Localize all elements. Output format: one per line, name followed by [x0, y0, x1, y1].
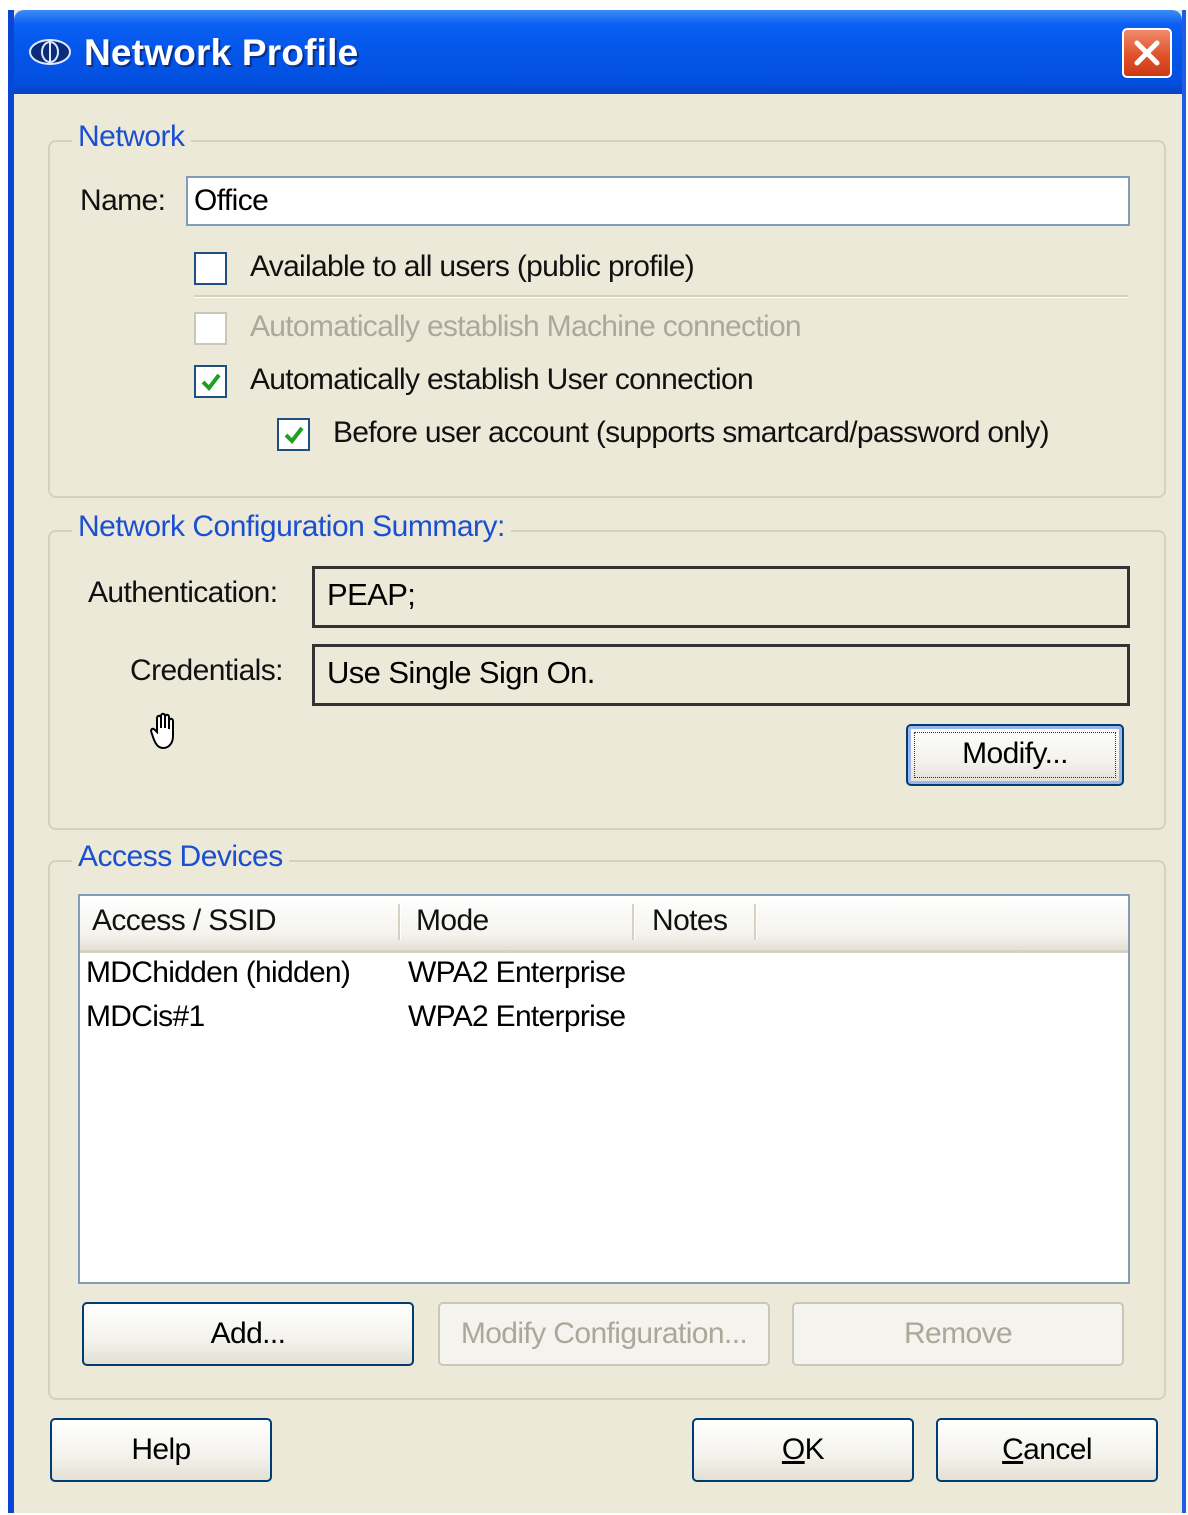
- network-profile-dialog: Network Profile Network Name: Available …: [8, 10, 1186, 1513]
- checkmark-icon: [284, 426, 304, 445]
- authentication-value: PEAP;: [312, 566, 1130, 628]
- close-button[interactable]: [1122, 28, 1172, 78]
- add-button[interactable]: Add...: [82, 1302, 414, 1366]
- ok-button-label: K: [804, 1433, 825, 1466]
- cancel-mnemonic: C: [1002, 1433, 1024, 1466]
- close-icon: [1134, 40, 1160, 66]
- add-button-label: Add...: [210, 1317, 286, 1350]
- hand-cursor-icon: [150, 712, 174, 750]
- ok-button[interactable]: OK: [692, 1418, 914, 1482]
- public-profile-checkbox[interactable]: [194, 252, 227, 285]
- column-divider[interactable]: [398, 904, 401, 940]
- credentials-value: Use Single Sign On.: [312, 644, 1130, 706]
- checkmark-icon: [201, 373, 221, 392]
- cancel-button[interactable]: Cancel: [936, 1418, 1158, 1482]
- user-connection-checkbox[interactable]: [194, 365, 227, 398]
- list-row[interactable]: MDChidden (hidden) WPA2 Enterprise: [80, 952, 1128, 996]
- column-header-notes[interactable]: Notes: [652, 904, 728, 938]
- list-row[interactable]: MDCis#1 WPA2 Enterprise: [80, 996, 1128, 1040]
- column-header-mode[interactable]: Mode: [416, 904, 489, 938]
- checkbox-separator: [194, 295, 1128, 298]
- machine-connection-label: Automatically establish Machine connecti…: [250, 310, 802, 343]
- public-profile-label[interactable]: Available to all users (public profile): [250, 250, 695, 284]
- credentials-label: Credentials:: [130, 654, 283, 687]
- mode-cell: WPA2 Enterprise: [408, 1000, 626, 1033]
- name-input[interactable]: [186, 176, 1130, 226]
- modify-button[interactable]: Modify...: [906, 724, 1124, 786]
- focus-ring: [914, 732, 1116, 778]
- title-bar[interactable]: Network Profile: [14, 10, 1182, 94]
- machine-connection-checkbox: [194, 312, 227, 345]
- column-divider[interactable]: [754, 904, 757, 940]
- remove-button-label: Remove: [903, 1317, 1013, 1350]
- window-title: Network Profile: [84, 32, 359, 73]
- ssid-cell: MDChidden (hidden): [86, 956, 351, 989]
- cancel-button-label: ancel: [1023, 1433, 1092, 1466]
- access-devices-list[interactable]: Access / SSID Mode Notes MDChidden (hidd…: [78, 894, 1130, 1284]
- column-header-ssid[interactable]: Access / SSID: [92, 904, 277, 938]
- modify-configuration-button: Modify Configuration...: [438, 1302, 770, 1366]
- name-label: Name:: [80, 184, 166, 217]
- access-devices-legend: Access Devices: [72, 840, 289, 874]
- modify-configuration-label: Modify Configuration...: [460, 1317, 748, 1350]
- list-header: Access / SSID Mode Notes: [80, 896, 1128, 953]
- remove-button: Remove: [792, 1302, 1124, 1366]
- before-user-account-checkbox[interactable]: [277, 418, 310, 451]
- before-user-account-label[interactable]: Before user account (supports smartcard/…: [333, 416, 1050, 450]
- ssid-cell: MDCis#1: [86, 1000, 205, 1033]
- network-profile-icon: [29, 39, 71, 65]
- authentication-label: Authentication:: [88, 576, 278, 609]
- mode-cell: WPA2 Enterprise: [408, 956, 626, 989]
- config-summary-legend: Network Configuration Summary:: [72, 510, 511, 544]
- user-connection-label[interactable]: Automatically establish User connection: [250, 363, 754, 397]
- help-button[interactable]: Help: [50, 1418, 272, 1482]
- network-legend: Network: [72, 120, 191, 154]
- ok-mnemonic: O: [781, 1433, 805, 1466]
- column-divider[interactable]: [632, 904, 635, 940]
- help-button-label: Help: [131, 1433, 191, 1466]
